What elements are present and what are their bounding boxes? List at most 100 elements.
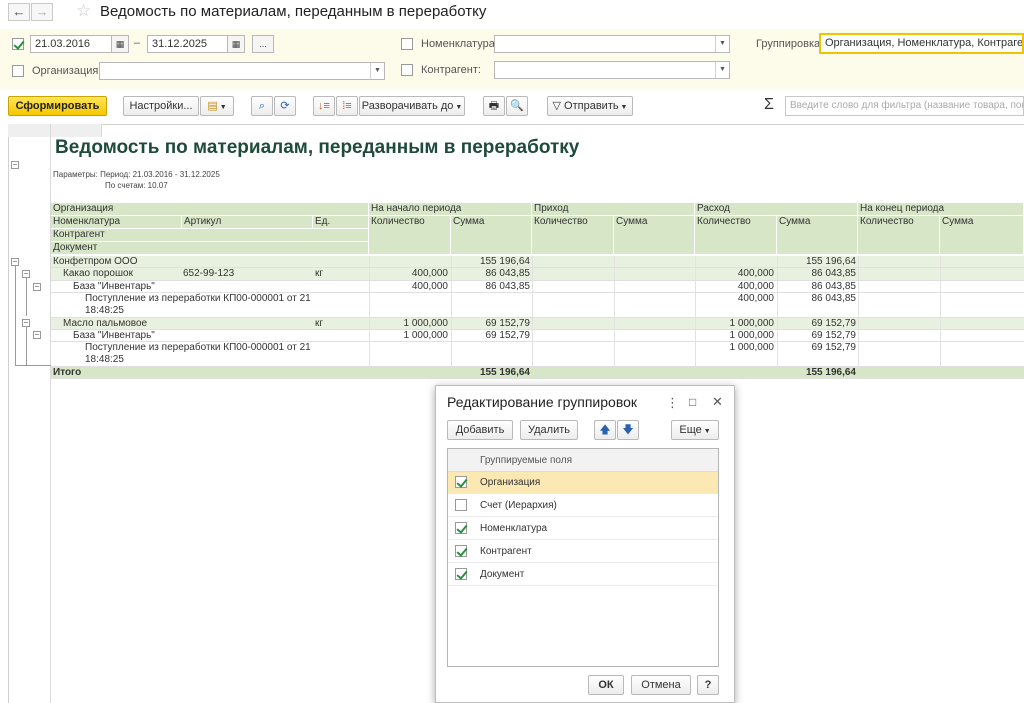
grouping-field-row[interactable]: Счет (Иерархия) (448, 495, 718, 517)
total-label: Итого (53, 367, 82, 378)
add-button[interactable]: Добавить (447, 420, 513, 440)
cancel-button[interactable]: Отмена (631, 675, 691, 695)
row-s-qty: 400,000 (369, 268, 451, 280)
calendar-to-icon[interactable]: ▦ (227, 35, 245, 53)
table-row[interactable]: База "Инвентарь" 1 000,000 69 152,79 1 000,… (51, 330, 1024, 342)
grouping-field-checkbox[interactable] (455, 499, 467, 511)
sigma-icon[interactable]: Σ (764, 96, 774, 114)
grouping-field-label: Номенклатура (480, 523, 548, 534)
forward-button[interactable]: → (31, 3, 53, 21)
help-button[interactable]: ? (697, 675, 719, 695)
favorite-star-icon[interactable]: ☆ (76, 1, 91, 21)
row-f-sum (940, 281, 1022, 292)
more-button[interactable]: Еще ▼ (671, 420, 719, 440)
print-button[interactable]: 🖶 (483, 96, 505, 116)
expand-to-button[interactable]: Разворачивать до ▼ (359, 96, 465, 116)
more-vertical-icon[interactable]: ⋮ (666, 395, 679, 411)
row-s-sum: 86 043,85 (451, 281, 533, 292)
row-e-sum: 69 152,79 (777, 318, 859, 329)
table-row[interactable]: Какао порошок 652-99-123 кг 400,000 86 043,8… (51, 268, 1024, 281)
hdr-article: Артикул (182, 216, 313, 229)
hdr-counterparty: Контрагент (51, 229, 369, 242)
settings-button[interactable]: Настройки... (123, 96, 199, 116)
grouping-field-checkbox[interactable] (455, 545, 467, 557)
grouping-field-checkbox[interactable] (455, 476, 467, 488)
row-f-qty (858, 256, 940, 267)
nomenclature-checkbox[interactable] (401, 38, 413, 50)
send-button[interactable]: ▽ Отправить ▼ (547, 96, 633, 116)
chevron-down-icon[interactable]: ▼ (370, 63, 384, 79)
row-e-qty: 1 000,000 (695, 330, 777, 341)
sort-button[interactable]: ↓≡ (313, 96, 335, 116)
grouping-field-checkbox[interactable] (455, 568, 467, 580)
filter-search-input[interactable]: Введите слово для фильтра (название това… (785, 96, 1024, 116)
grouping-field-checkbox[interactable] (455, 522, 467, 534)
row-f-qty (858, 293, 940, 317)
row-name: Поступление из переработки КП00-000001 о… (85, 342, 311, 353)
counterparty-checkbox[interactable] (401, 64, 413, 76)
chevron-down-icon[interactable]: ▼ (715, 36, 729, 52)
preview-button[interactable]: 🔍 (506, 96, 528, 116)
row-name: Поступление из переработки КП00-000001 о… (85, 293, 311, 304)
grouping-field-row[interactable]: Документ (448, 564, 718, 586)
grouping-field-row[interactable]: Организация (448, 472, 718, 494)
collapse-item1-icon[interactable]: − (22, 270, 30, 278)
back-button[interactable]: ← (8, 3, 30, 21)
table-row[interactable]: Масло пальмовое кг 1 000,000 69 152,79 1 000… (51, 318, 1024, 330)
row-name-time: 18:48:25 (85, 354, 124, 365)
row-unit: кг (315, 318, 324, 329)
grouping-label: Группировка: (756, 38, 824, 50)
move-up-icon[interactable]: 🡅 (594, 420, 616, 440)
list-button[interactable]: ⁞≡ (336, 96, 358, 116)
row-i-sum (614, 281, 696, 292)
generate-button[interactable]: Сформировать (8, 96, 107, 116)
maximize-icon[interactable]: □ (689, 395, 696, 409)
grouping-field[interactable]: Организация, Номенклатура, Контрагент, Д (819, 33, 1024, 54)
grouping-fields-list: Группируемые поля Организация Счет (Иерар… (447, 448, 719, 667)
counterparty-label: Контрагент: (421, 64, 481, 76)
period-select-button[interactable]: ... (252, 35, 274, 53)
tree-line (15, 266, 16, 366)
move-down-icon[interactable]: 🡇 (617, 420, 639, 440)
collapse-org-icon[interactable]: − (11, 258, 19, 266)
send-icon: ▽ (552, 100, 561, 112)
grouping-field-row[interactable]: Номенклатура (448, 518, 718, 540)
calendar-from-icon[interactable]: ▦ (111, 35, 129, 53)
ok-button[interactable]: ОК (588, 675, 624, 695)
row-i-qty (532, 330, 614, 341)
table-row[interactable]: Конфетпром ООО 155 196,64 155 196,64 (51, 256, 1024, 268)
printer-icon: 🖶 (488, 100, 500, 112)
row-e-sum: 155 196,64 (777, 256, 859, 267)
total-s-sum: 155 196,64 (479, 367, 530, 378)
close-icon[interactable]: ✕ (712, 394, 723, 410)
variant-menu-button[interactable]: ▤ ▼ (200, 96, 234, 116)
counterparty-field[interactable]: ▼ (494, 61, 730, 79)
row-i-sum (614, 330, 696, 341)
find-button[interactable]: ⌕ (251, 96, 273, 116)
collapse-base2-icon[interactable]: − (33, 331, 41, 339)
find-next-button[interactable]: ⟳ (274, 96, 296, 116)
table-row[interactable]: Поступление из переработки КП00-000001 о… (51, 342, 1024, 367)
total-e-sum: 155 196,64 (805, 367, 856, 378)
row-i-sum (614, 318, 696, 329)
organization-field[interactable]: ▼ (99, 62, 385, 80)
sort-icon: ↓≡ (318, 100, 330, 112)
table-row[interactable]: Поступление из переработки КП00-000001 о… (51, 293, 1024, 318)
grouping-field-row[interactable]: Контрагент (448, 541, 718, 563)
nomenclature-field[interactable]: ▼ (494, 35, 730, 53)
row-e-qty: 400,000 (695, 268, 777, 280)
chevron-down-icon[interactable]: ▼ (715, 62, 729, 78)
row-e-sum: 86 043,85 (777, 293, 859, 317)
row-name: База "Инвентарь" (73, 281, 155, 292)
delete-button[interactable]: Удалить (520, 420, 578, 440)
row-i-sum (614, 342, 696, 366)
period-checkbox[interactable] (12, 38, 24, 50)
table-row[interactable]: База "Инвентарь" 400,000 86 043,85 400,000 8… (51, 281, 1024, 293)
collapse-base1-icon[interactable]: − (33, 283, 41, 291)
date-dash: – (134, 37, 141, 49)
grouping-dialog: Редактирование группировок ⋮ □ ✕ Добавит… (435, 385, 735, 703)
organization-checkbox[interactable] (12, 65, 24, 77)
collapse-header-icon[interactable]: − (11, 161, 19, 169)
collapse-item2-icon[interactable]: − (22, 319, 30, 327)
hdr-start-qty: Количество (369, 216, 451, 255)
